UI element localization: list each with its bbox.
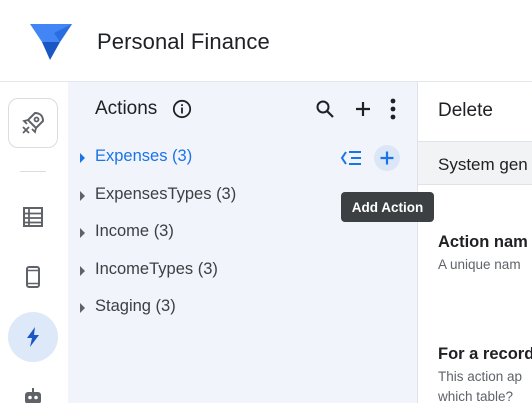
rail-item-automation[interactable]	[8, 372, 58, 403]
tree-item-label: Staging (3)	[95, 297, 176, 315]
action-name-help: A unique nam	[438, 257, 521, 272]
tree-item-expenses[interactable]: Expenses (3)	[68, 141, 418, 175]
system-generated-banner: System gen	[418, 141, 532, 185]
rail-item-app[interactable]	[8, 252, 58, 302]
record-table-label: For a record	[438, 345, 532, 363]
expand-arrow-icon[interactable]	[80, 266, 85, 276]
record-table-help-line1: This action ap	[438, 369, 523, 384]
action-detail-pane: Delete System gen Action nam A unique na…	[418, 82, 532, 403]
add-icon	[356, 102, 370, 116]
system-banner-text: System gen	[438, 155, 528, 174]
mobile-icon	[26, 266, 40, 288]
tree-item-incometypes[interactable]: IncomeTypes (3)	[68, 254, 418, 288]
lightning-icon	[27, 327, 39, 347]
actions-panel: Actions Expenses (3) ExpensesTypes (3) I…	[68, 82, 418, 403]
expand-arrow-icon[interactable]	[80, 303, 85, 313]
tree-item-label: Expenses (3)	[95, 147, 193, 165]
expand-arrow-icon[interactable]	[80, 191, 85, 201]
rocket-icon	[22, 111, 45, 134]
appsheet-logo-icon[interactable]	[30, 24, 72, 60]
more-options-button[interactable]	[382, 98, 404, 120]
add-action-tooltip: Add Action	[341, 192, 434, 222]
expand-arrow-icon[interactable]	[80, 228, 85, 238]
tree-item-label: ExpensesTypes (3)	[95, 185, 237, 203]
record-table-help-line2: which table?	[438, 389, 514, 403]
top-bar: Personal Finance	[0, 0, 532, 82]
search-icon	[316, 100, 334, 118]
rail-item-actions[interactable]	[8, 312, 58, 362]
panel-title: Actions	[95, 98, 158, 119]
detail-title: Delete	[438, 100, 493, 121]
search-button[interactable]	[314, 98, 336, 120]
app-title: Personal Finance	[97, 29, 270, 54]
more-vert-icon	[390, 98, 396, 120]
left-nav-rail	[0, 82, 68, 403]
rail-item-data[interactable]	[8, 192, 58, 242]
add-action-button[interactable]	[374, 145, 400, 171]
filter-list-icon	[340, 151, 361, 165]
expand-arrow-icon[interactable]	[80, 153, 85, 163]
filter-list-button[interactable]	[338, 145, 364, 171]
tree-item-staging[interactable]: Staging (3)	[68, 291, 418, 325]
rail-divider	[20, 171, 46, 172]
rail-item-deploy[interactable]	[8, 98, 58, 148]
action-name-label: Action nam	[438, 233, 528, 251]
add-icon	[380, 151, 394, 165]
add-action-header-button[interactable]	[352, 98, 374, 120]
table-icon	[23, 207, 43, 227]
tree-item-label: Income (3)	[95, 222, 174, 240]
tree-item-label: IncomeTypes (3)	[95, 260, 218, 278]
info-icon[interactable]	[172, 99, 192, 119]
robot-icon	[25, 388, 41, 403]
